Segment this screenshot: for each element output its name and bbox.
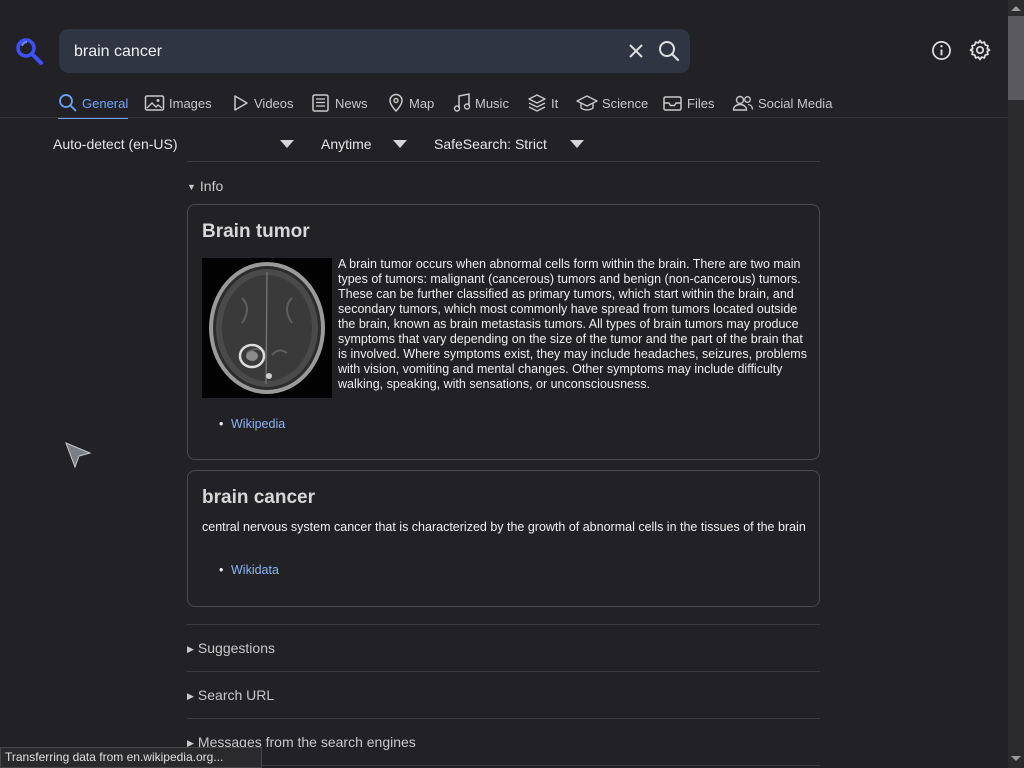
infobox-description: central nervous system cancer that is ch… [202, 520, 806, 534]
tab-music[interactable]: Music [453, 90, 509, 116]
infobox-title: Brain tumor [202, 221, 310, 242]
brain-mri-image [202, 258, 332, 398]
filter-divider [187, 161, 820, 162]
mouse-pointer-icon [65, 442, 92, 469]
infobox-brain-tumor: Brain tumor A brain tumor occurs when ab… [187, 204, 820, 460]
tab-label: It [551, 95, 559, 111]
infobox-description: A brain tumor occurs when abnormal cells… [338, 257, 807, 391]
triangle-right-icon: ▶ [187, 644, 194, 654]
language-select[interactable]: Auto-detect (en-US) [53, 136, 178, 152]
tab-label: Social Media [758, 95, 833, 111]
search-url-toggle[interactable]: ▶ Search URL [187, 687, 274, 703]
triangle-right-icon: ▶ [187, 691, 194, 701]
tab-science[interactable]: Science [576, 90, 648, 116]
tab-images[interactable]: Images [144, 90, 212, 116]
tab-label: News [335, 95, 368, 111]
tab-label: Map [409, 95, 435, 111]
time-range-select[interactable]: Anytime [321, 136, 372, 152]
section-divider [187, 765, 820, 766]
section-label: Suggestions [197, 640, 275, 656]
tab-social-media[interactable]: Social Media [732, 90, 832, 116]
info-section-toggle[interactable]: ▼ Info [187, 178, 223, 194]
search-icon [59, 94, 77, 112]
info-label: Info [199, 178, 224, 194]
tabs-divider [0, 117, 1008, 118]
map-pin-icon [389, 93, 403, 113]
tab-label: General [82, 95, 129, 111]
tab-files[interactable]: Files [662, 90, 714, 116]
info-icon[interactable] [931, 40, 952, 61]
section-divider [187, 718, 820, 719]
people-icon [732, 95, 754, 111]
chevron-down-icon[interactable] [280, 140, 294, 148]
search-input[interactable] [72, 29, 616, 75]
tab-it[interactable]: It [527, 90, 558, 116]
tab-label: Music [475, 95, 509, 111]
search-bar [59, 29, 690, 75]
music-note-icon [453, 93, 471, 112]
chevron-down-icon[interactable] [570, 140, 584, 148]
tab-label: Videos [254, 95, 294, 111]
inbox-icon [663, 96, 682, 111]
scroll-down-arrow-icon[interactable] [1011, 756, 1021, 761]
tab-news[interactable]: News [311, 90, 368, 116]
tab-label: Files [687, 95, 715, 111]
section-divider [187, 671, 820, 672]
search-icon[interactable] [657, 39, 681, 63]
image-icon [144, 95, 165, 111]
tab-general[interactable]: General [58, 90, 129, 119]
tab-map[interactable]: Map [387, 90, 434, 116]
triangle-down-icon: ▼ [187, 182, 196, 192]
graduation-cap-icon [576, 95, 598, 111]
scroll-up-arrow-icon[interactable] [1011, 6, 1021, 11]
status-bar: Transferring data from en.wikipedia.org.… [0, 747, 262, 768]
clear-icon[interactable] [626, 41, 646, 61]
tab-videos[interactable]: Videos [232, 90, 294, 116]
tab-label: Science [602, 95, 649, 111]
scrollbar-thumb[interactable] [1008, 16, 1024, 100]
newspaper-icon [312, 94, 329, 112]
wikipedia-link[interactable]: Wikipedia [219, 417, 285, 431]
scrollbar-track[interactable] [1008, 0, 1024, 768]
safesearch-select[interactable]: SafeSearch: Strict [434, 136, 547, 152]
section-label: Search URL [197, 687, 275, 703]
infobox-brain-cancer: brain cancer central nervous system canc… [187, 470, 820, 607]
gear-icon[interactable] [968, 38, 992, 62]
play-icon [234, 95, 248, 111]
suggestions-toggle[interactable]: ▶ Suggestions [187, 640, 275, 656]
chevron-down-icon[interactable] [393, 140, 407, 148]
section-divider [187, 624, 820, 625]
wikidata-link[interactable]: Wikidata [219, 563, 279, 577]
tab-label: Images [169, 95, 212, 111]
infobox-title: brain cancer [202, 487, 315, 508]
layers-icon [528, 94, 546, 112]
searxng-logo-icon[interactable] [14, 36, 44, 66]
